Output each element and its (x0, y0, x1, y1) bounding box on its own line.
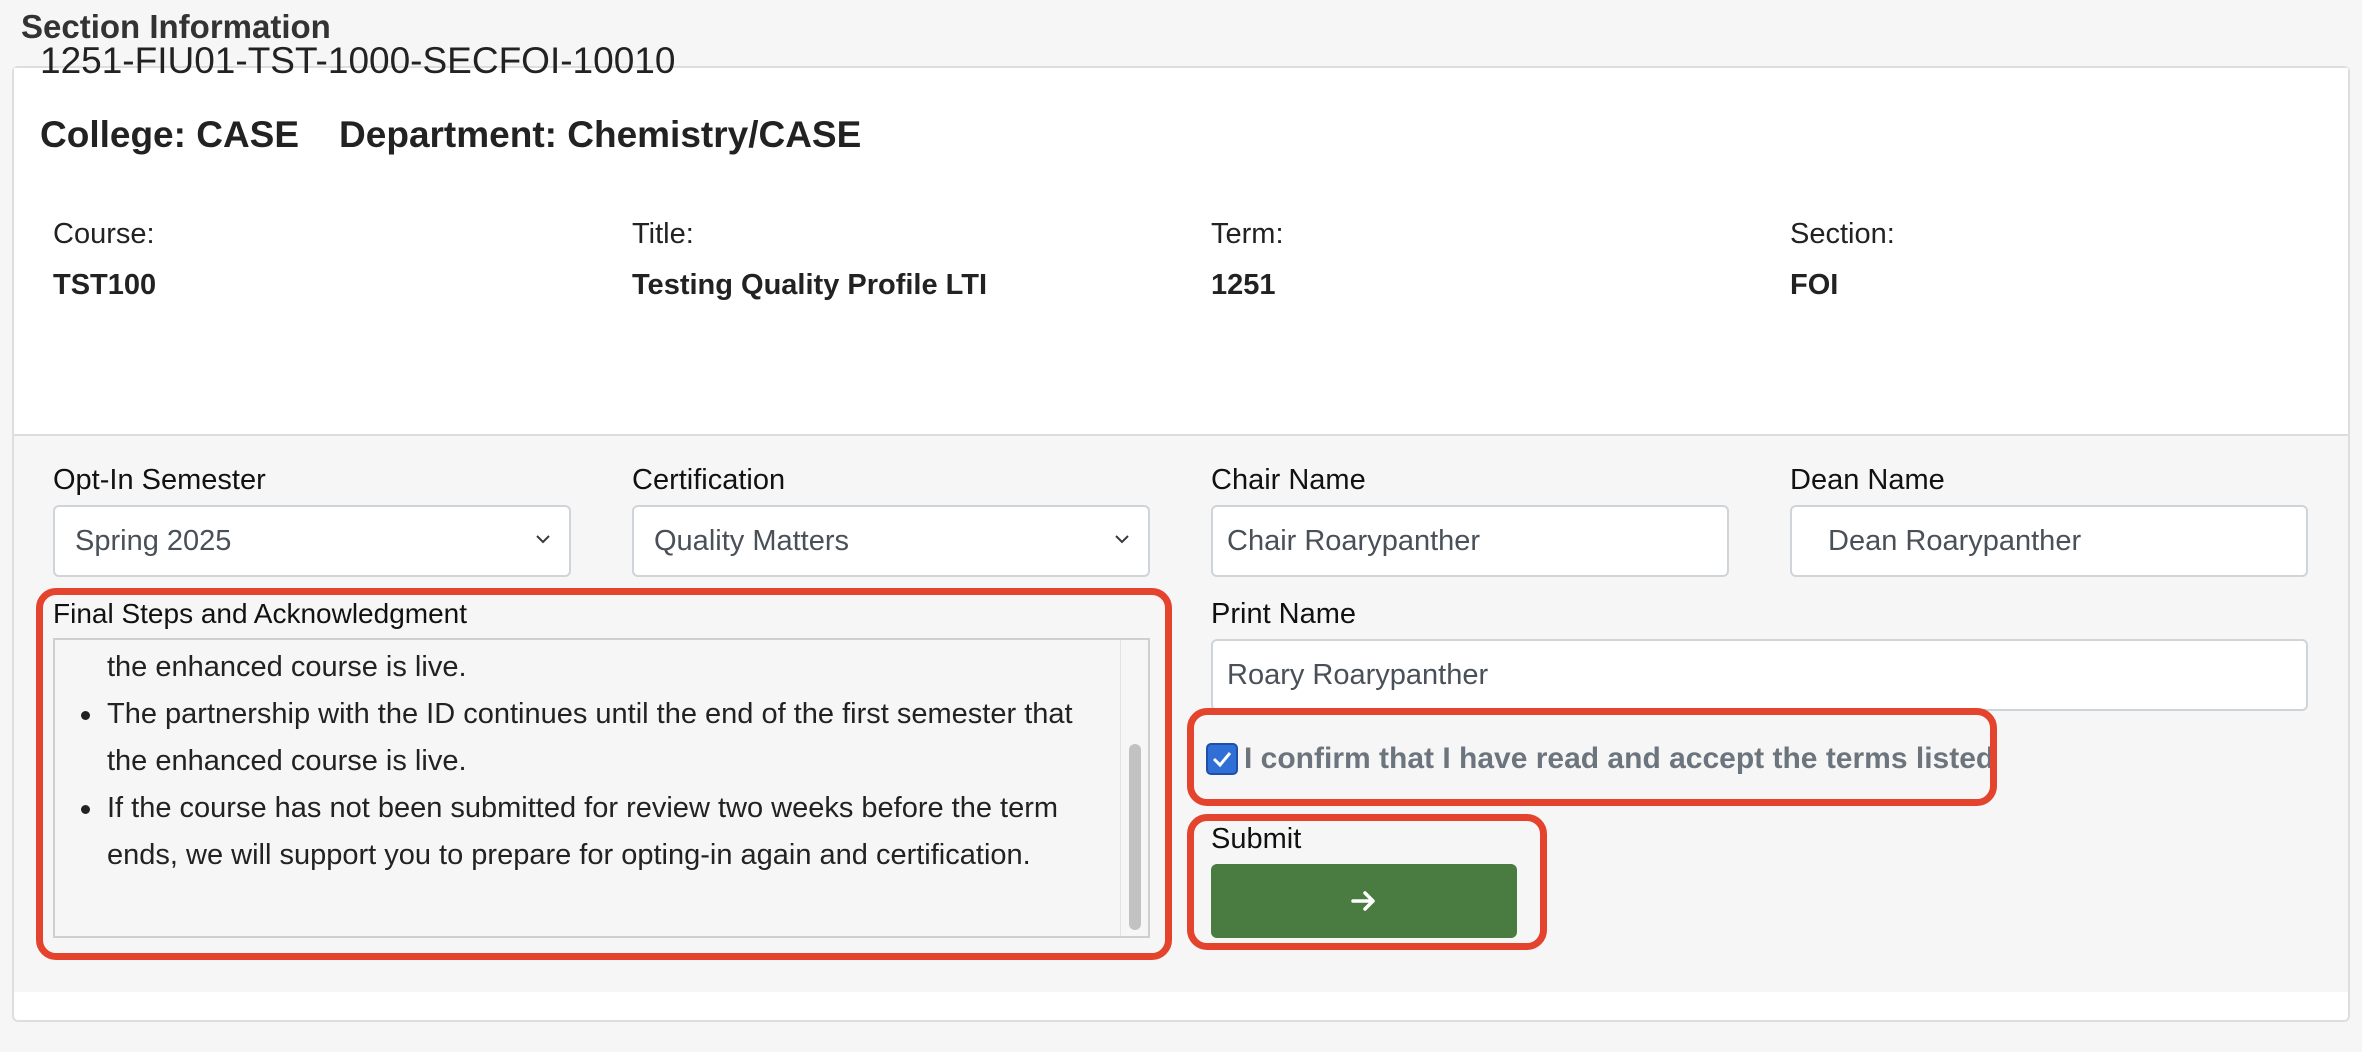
section-info: Section: FOI (1790, 218, 1895, 302)
college-department: College: CASE Department: Chemistry/CASE (40, 114, 861, 156)
print-name-label: Print Name (1211, 598, 1357, 630)
section-label: Section: (1790, 218, 1895, 250)
confirm-terms-label[interactable]: I confirm that I have read and accept th… (1244, 742, 1994, 776)
ack-line: the enhanced course is live. (107, 745, 467, 777)
certification-label: Certification (632, 464, 786, 496)
acknowledgment-text: the enhanced course is live. The partner… (75, 644, 1115, 879)
acknowledgment-scroll-box[interactable]: the enhanced course is live. The partner… (53, 638, 1150, 938)
checkmark-icon (1212, 752, 1232, 768)
chair-name-input[interactable]: Chair Roarypanther (1211, 505, 1729, 577)
scrollbar-thumb[interactable] (1129, 744, 1141, 930)
term-label: Term: (1211, 218, 1284, 250)
dean-name-label: Dean Name (1790, 464, 1945, 496)
term-value: 1251 (1211, 269, 1276, 301)
chair-name-label: Chair Name (1211, 464, 1366, 496)
title-value: Testing Quality Profile LTI (632, 269, 988, 301)
ack-line: ends, we will support you to prepare for… (107, 839, 1031, 871)
chevron-down-icon (536, 535, 550, 544)
course-value: TST100 (53, 269, 157, 301)
submit-button[interactable] (1211, 864, 1517, 938)
dean-name-input[interactable]: Dean Roarypanther (1790, 505, 2308, 577)
arrow-right-icon (1351, 891, 1375, 911)
chevron-down-icon (1115, 535, 1129, 544)
certification-value: Quality Matters (654, 524, 849, 557)
ack-bullet: If the course has not been submitted for… (75, 785, 1115, 832)
chair-name-value: Chair Roarypanther (1227, 524, 1481, 557)
scrollbar[interactable] (1120, 640, 1148, 936)
department-label: Department: Chemistry/CASE (339, 114, 862, 155)
section-value: FOI (1790, 269, 1839, 301)
opt-in-semester-value: Spring 2025 (75, 524, 232, 557)
college-label: College: CASE (40, 114, 300, 155)
confirm-terms-checkbox[interactable] (1206, 743, 1238, 775)
confirm-terms-row[interactable]: I confirm that I have read and accept th… (1206, 742, 1994, 776)
opt-in-semester-select[interactable]: Spring 2025 (53, 505, 571, 577)
acknowledgment-label: Final Steps and Acknowledgment (53, 598, 468, 629)
print-name-input[interactable]: Roary Roarypanther (1211, 639, 2308, 711)
course-label: Course: (53, 218, 155, 250)
submit-label: Submit (1211, 823, 1302, 855)
print-name-value: Roary Roarypanther (1227, 658, 1489, 691)
course-info: Course: TST100 (53, 218, 156, 302)
dean-name-value: Dean Roarypanther (1828, 524, 2082, 557)
section-id: 1251-FIU01-TST-1000-SECFOI-10010 (40, 40, 676, 81)
title-info: Title: Testing Quality Profile LTI (632, 218, 987, 302)
ack-bullet: The partnership with the ID continues un… (75, 691, 1115, 738)
certification-select[interactable]: Quality Matters (632, 505, 1150, 577)
term-info: Term: 1251 (1211, 218, 1284, 302)
title-label: Title: (632, 218, 694, 250)
opt-in-semester-label: Opt-In Semester (53, 464, 266, 496)
ack-line: the enhanced course is live. (107, 651, 467, 683)
